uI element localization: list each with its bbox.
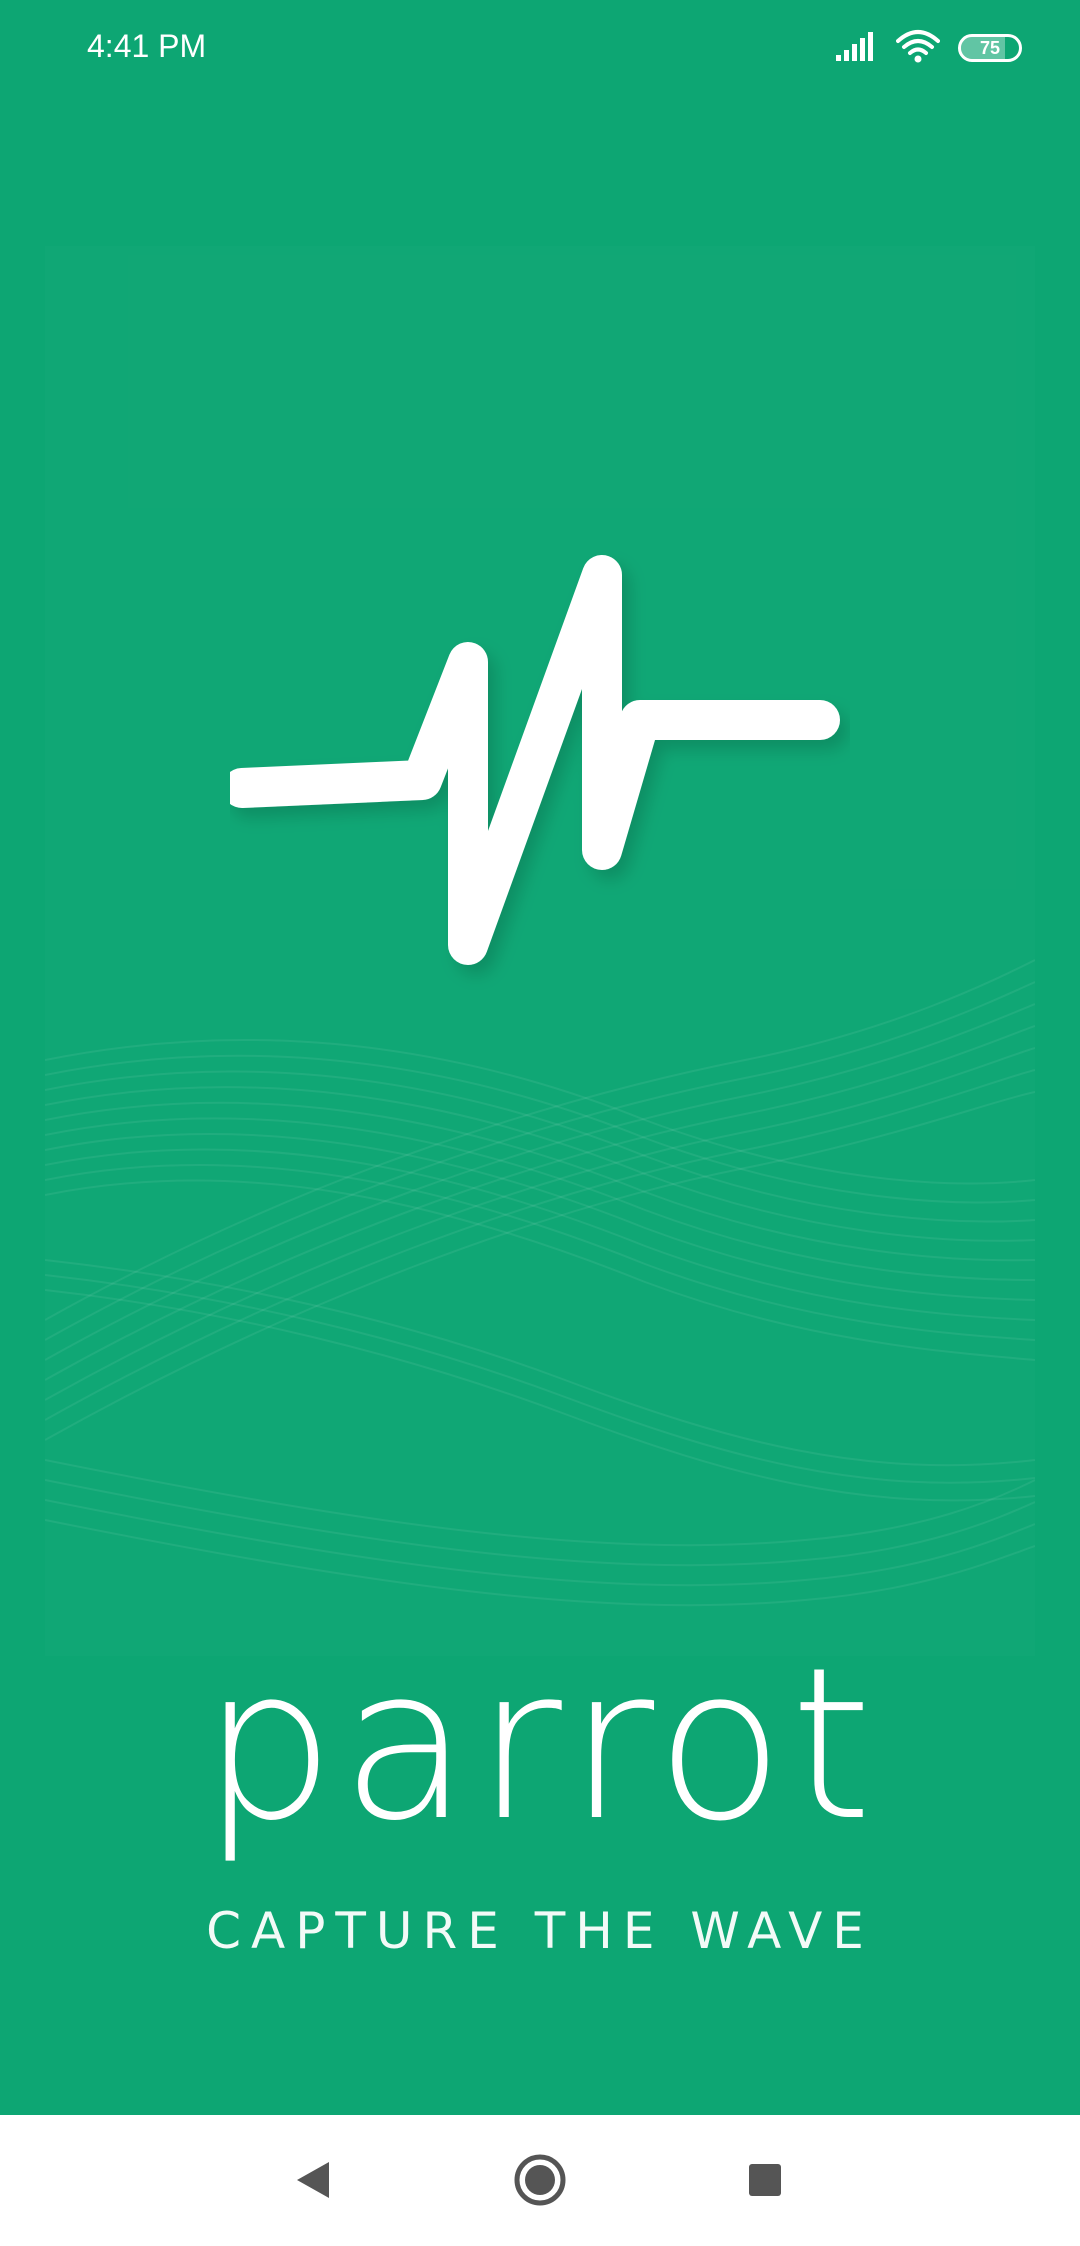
status-bar: 4:41 PM 75 <box>0 0 1080 96</box>
navigation-bar <box>0 2115 1080 2246</box>
home-button[interactable] <box>505 2145 575 2215</box>
recents-icon <box>749 2164 781 2196</box>
splash-screen: 4:41 PM 75 parrot CAPTURE THE WAVE <box>0 0 1080 2246</box>
battery-icon: 75 <box>958 34 1022 62</box>
back-button[interactable] <box>278 2145 348 2215</box>
tagline: CAPTURE THE WAVE <box>206 1902 874 1960</box>
back-icon <box>297 2162 329 2198</box>
status-icons: 75 <box>836 26 1022 70</box>
wifi-icon <box>896 29 940 68</box>
heartbeat-wave-icon <box>230 555 840 965</box>
battery-level: 75 <box>979 37 1001 58</box>
app-name: parrot <box>201 1622 879 1867</box>
recents-button[interactable] <box>730 2145 800 2215</box>
home-icon <box>514 2154 566 2206</box>
signal-icon <box>836 31 878 66</box>
status-time: 4:41 PM <box>87 28 207 64</box>
